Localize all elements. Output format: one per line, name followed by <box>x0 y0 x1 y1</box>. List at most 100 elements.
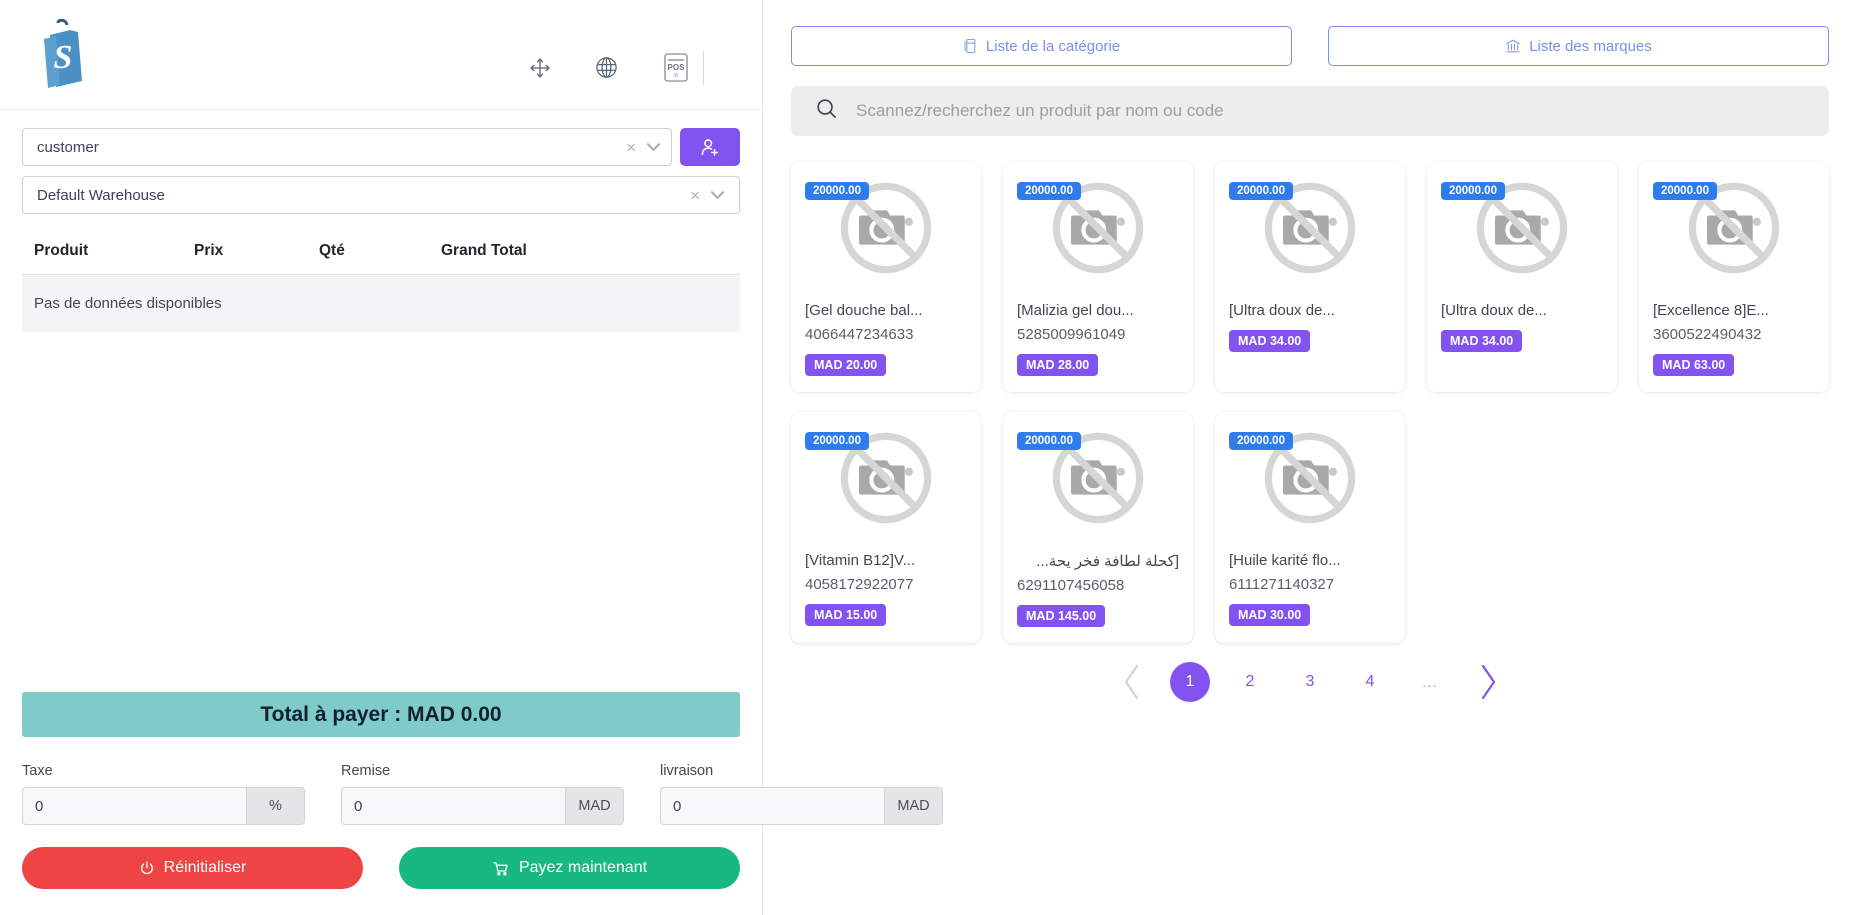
product-code: 4058172922077 <box>805 576 914 593</box>
pos-app: S POS /B customer × Default Warehouse × … <box>0 0 1857 915</box>
product-name: [Ultra doux de... <box>1229 302 1335 319</box>
search-icon <box>815 97 838 125</box>
chevron-down-icon[interactable] <box>710 189 725 202</box>
stock-badge: 20000.00 <box>805 182 869 200</box>
pagination-prev-button[interactable] <box>1104 659 1160 705</box>
product-image: 20000.00 <box>1017 426 1179 530</box>
power-icon <box>140 861 153 875</box>
discount-input[interactable] <box>342 788 565 824</box>
chevron-right-icon <box>1481 664 1496 700</box>
product-name: [Gel douche bal... <box>805 302 923 319</box>
product-search-bar[interactable] <box>791 86 1829 136</box>
product-card[interactable]: 20000.00 [Vitamin B12]V... 4058172922077 M… <box>791 412 981 643</box>
pay-now-button[interactable]: Payez maintenant <box>399 847 740 889</box>
product-price-badge: MAD 34.00 <box>1441 330 1523 352</box>
product-card[interactable]: 20000.00 [كحلة لطافة فخر يحة... 629110745… <box>1003 412 1193 643</box>
shipping-field-group: livraison MAD <box>660 763 943 825</box>
stock-badge: 20000.00 <box>805 432 869 450</box>
product-name: [Ultra doux de... <box>1441 302 1547 319</box>
add-customer-button[interactable] <box>680 128 740 166</box>
brand-bank-icon <box>1506 39 1520 53</box>
discount-field-group: Remise MAD <box>341 763 624 825</box>
app-header: S POS /B <box>0 0 762 110</box>
stock-badge: 20000.00 <box>1229 182 1293 200</box>
pagination-page-1[interactable]: 1 <box>1170 662 1210 702</box>
chevron-down-icon[interactable] <box>646 141 661 154</box>
shipping-label: livraison <box>660 763 714 779</box>
product-name: [كحلة لطافة فخر يحة... <box>1036 553 1179 570</box>
svg-text:POS: POS <box>668 63 686 72</box>
product-card[interactable]: 20000.00 [Huile karité flo... 61112711403… <box>1215 412 1405 643</box>
pagination-next-button[interactable] <box>1460 659 1516 705</box>
product-price-badge: MAD 15.00 <box>805 604 887 626</box>
shipping-suffix: MAD <box>884 788 942 824</box>
column-grand-total: Grand Total <box>441 242 527 259</box>
pagination-page-2[interactable]: 2 <box>1220 662 1280 702</box>
tax-suffix: % <box>246 788 304 824</box>
category-list-icon <box>964 38 976 54</box>
product-price-badge: MAD 63.00 <box>1653 354 1735 376</box>
total-to-pay-bar: Total à payer : MAD 0.00 <box>22 692 740 737</box>
warehouse-value: Default Warehouse <box>37 186 165 204</box>
cart-empty-message: Pas de données disponibles <box>22 275 740 332</box>
pagination-ellipsis: ... <box>1422 673 1438 691</box>
clear-customer-icon[interactable]: × <box>626 139 636 156</box>
product-code: 6291107456058 <box>1017 577 1125 594</box>
discount-label: Remise <box>341 763 391 779</box>
product-code: 3600522490432 <box>1653 326 1762 343</box>
product-code: 4066447234633 <box>805 326 914 343</box>
column-qte: Qté <box>319 242 345 259</box>
column-prix: Prix <box>194 242 224 259</box>
clear-warehouse-icon[interactable]: × <box>690 187 700 204</box>
product-code: 5285009961049 <box>1017 326 1126 343</box>
product-image: 20000.00 <box>1653 176 1815 280</box>
product-search-input[interactable] <box>856 101 1805 121</box>
cart-table-header: Produit Prix Qté Grand Total <box>22 242 740 275</box>
product-price-badge: MAD 28.00 <box>1017 354 1099 376</box>
product-image: 20000.00 <box>1017 176 1179 280</box>
discount-suffix: MAD <box>565 788 623 824</box>
tax-label: Taxe <box>22 763 53 779</box>
product-card[interactable]: 20000.00 [Ultra doux de... MAD 34.00 <box>1427 162 1617 392</box>
pay-now-button-label: Payez maintenant <box>518 859 648 876</box>
reset-button-label: Réinitialiser <box>163 859 247 876</box>
svg-text:/B: /B <box>674 73 679 79</box>
header-icon-group: POS /B <box>528 25 740 85</box>
category-list-label: Liste de la catégorie <box>985 37 1121 55</box>
cart-table: Produit Prix Qté Grand Total Pas de donn… <box>22 242 740 332</box>
pos-icon[interactable]: POS /B <box>661 51 691 85</box>
shopping-cart-icon <box>493 861 508 875</box>
fullscreen-icon[interactable] <box>528 56 552 80</box>
column-produit: Produit <box>34 242 89 259</box>
tax-input[interactable] <box>23 788 246 824</box>
product-filter-tabs: Liste de la catégorie Liste des marques <box>791 26 1829 66</box>
product-name: [Malizia gel dou... <box>1017 302 1134 319</box>
product-card[interactable]: 20000.00 [Gel douche bal... 4066447234633… <box>791 162 981 392</box>
product-card[interactable]: 20000.00 [Excellence 8]E... 3600522490432… <box>1639 162 1829 392</box>
stock-badge: 20000.00 <box>1017 432 1081 450</box>
shopify-bag-logo: S <box>44 18 82 88</box>
action-buttons: Réinitialiser Payez maintenant <box>22 847 740 915</box>
reset-button[interactable]: Réinitialiser <box>22 847 363 889</box>
brand-list-button[interactable]: Liste des marques <box>1328 26 1829 66</box>
shipping-input[interactable] <box>661 788 884 824</box>
stock-badge: 20000.00 <box>1653 182 1717 200</box>
product-card[interactable]: 20000.00 [Malizia gel dou... 528500996104… <box>1003 162 1193 392</box>
customer-row: customer × <box>22 128 740 166</box>
product-image: 20000.00 <box>805 426 967 530</box>
product-card[interactable]: 20000.00 [Ultra doux de... MAD 34.00 <box>1215 162 1405 392</box>
brand-list-label: Liste des marques <box>1529 37 1652 55</box>
stock-badge: 20000.00 <box>1441 182 1505 200</box>
product-price-badge: MAD 145.00 <box>1017 605 1106 627</box>
cart-panel: S POS /B customer × Default Warehouse × … <box>0 0 943 915</box>
customer-select[interactable]: customer × <box>22 128 672 166</box>
pagination-page-3[interactable]: 3 <box>1280 662 1340 702</box>
stock-badge: 20000.00 <box>1017 182 1081 200</box>
globe-icon[interactable] <box>594 55 619 80</box>
product-price-badge: MAD 34.00 <box>1229 330 1311 352</box>
warehouse-select[interactable]: Default Warehouse × <box>22 176 740 214</box>
header-divider <box>703 50 704 85</box>
category-list-button[interactable]: Liste de la catégorie <box>791 26 1292 66</box>
product-code: 6111271140327 <box>1229 576 1335 593</box>
pagination-page-4[interactable]: 4 <box>1340 662 1400 702</box>
